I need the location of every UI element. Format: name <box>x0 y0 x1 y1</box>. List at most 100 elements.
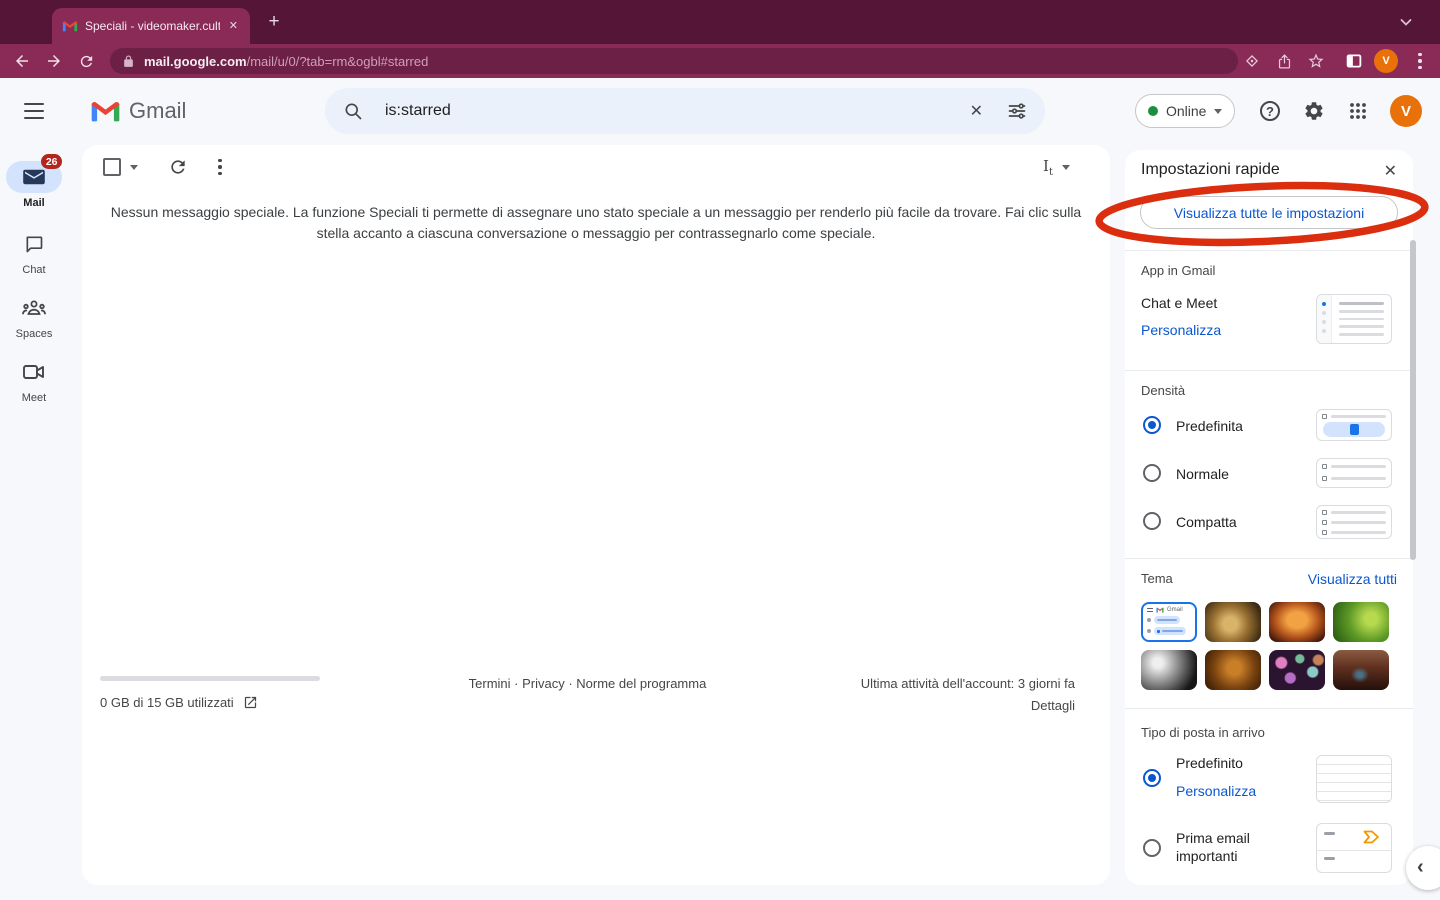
input-tools-toggle[interactable]: It <box>1043 157 1070 178</box>
sidebar-item-meet[interactable]: Meet <box>0 356 68 404</box>
theme-tile-river[interactable] <box>1333 650 1389 690</box>
apps-preview-rail <box>1317 295 1332 343</box>
gmail-m-icon <box>90 99 121 123</box>
inbox-option-label[interactable]: Prima email importanti <box>1176 829 1250 865</box>
customize-apps-link[interactable]: Personalizza <box>1141 322 1221 338</box>
browser-tab[interactable]: Speciali - videomaker.culture@ ✕ <box>52 8 250 44</box>
inbox-type-section-title: Tipo di posta in arrivo <box>1141 725 1265 740</box>
sidebar-item-label: Spaces <box>0 328 68 340</box>
account-activity: Ultima attività dell'account: 3 giorni f… <box>861 676 1075 713</box>
density-radio-default[interactable] <box>1143 416 1161 434</box>
theme-tile-spheres[interactable] <box>1141 650 1197 690</box>
meet-pill[interactable] <box>6 356 62 388</box>
tab-close-icon[interactable]: ✕ <box>227 19 240 34</box>
screen: Speciali - videomaker.culture@ ✕ + mail.… <box>0 0 1440 900</box>
view-all-settings-button[interactable]: Visualizza tutte le impostazioni <box>1140 196 1398 229</box>
theme-grid: Gmail <box>1141 602 1389 690</box>
url-bar[interactable]: mail.google.com/mail/u/0/?tab=rm&ogbl#st… <box>110 48 1238 74</box>
last-activity-label: Ultima attività dell'account: 3 giorni f… <box>861 676 1075 691</box>
mail-icon <box>23 168 45 186</box>
new-tab-button[interactable]: + <box>262 10 286 34</box>
search-options-icon[interactable] <box>1007 101 1027 121</box>
density-option-label[interactable]: Normale <box>1176 466 1229 482</box>
panel-scrollbar-thumb[interactable] <box>1410 240 1416 560</box>
lock-icon <box>122 55 135 68</box>
inbox-radio-important[interactable] <box>1143 839 1161 857</box>
open-in-new-icon[interactable] <box>243 695 258 710</box>
density-option-label[interactable]: Predefinita <box>1176 418 1243 434</box>
inbox-option-label[interactable]: Predefinito <box>1176 755 1243 771</box>
spaces-icon <box>22 298 46 318</box>
search-icon[interactable] <box>343 101 363 121</box>
theme-tile-default[interactable]: Gmail <box>1141 602 1197 642</box>
forward-icon[interactable] <box>42 49 66 73</box>
browser-tabstrip: Speciali - videomaker.culture@ ✕ + <box>0 0 1440 44</box>
close-icon[interactable]: ✕ <box>1380 159 1401 183</box>
importance-marker-icon <box>1363 830 1381 844</box>
density-option-label[interactable]: Compatta <box>1176 514 1237 530</box>
divider <box>1125 250 1413 251</box>
input-tools-icon: It <box>1043 157 1053 178</box>
density-normal-thumbnail <box>1316 458 1392 488</box>
details-link[interactable]: Dettagli <box>861 698 1075 713</box>
share-icon[interactable] <box>1274 51 1294 71</box>
storage-label-row: 0 GB di 15 GB utilizzati <box>100 695 258 710</box>
chat-meet-label: Chat e Meet <box>1141 295 1217 311</box>
tabstrip-chevron-icon[interactable] <box>1398 14 1414 30</box>
empty-state-message: Nessun messaggio speciale. La funzione S… <box>96 202 1096 244</box>
extension-icon[interactable] <box>1242 51 1262 71</box>
view-all-themes-link[interactable]: Visualizza tutti <box>1308 571 1397 587</box>
mail-list-card: It Nessun messaggio speciale. La funzion… <box>82 145 1110 885</box>
back-icon[interactable] <box>10 49 34 73</box>
mail-pill[interactable]: 26 <box>6 161 62 193</box>
collapse-panel-button[interactable]: ‹ <box>1406 846 1440 890</box>
storage-label: 0 GB di 15 GB utilizzati <box>100 695 234 710</box>
search-input[interactable]: is:starred ✕ <box>325 88 1045 134</box>
sidebar-item-chat[interactable]: Chat <box>0 228 68 276</box>
browser-menu-icon[interactable] <box>1408 49 1432 73</box>
bookmark-star-icon[interactable] <box>1306 51 1326 71</box>
reload-icon[interactable] <box>74 49 98 73</box>
status-dropdown[interactable]: Online <box>1135 94 1235 128</box>
more-options-icon[interactable] <box>218 159 222 176</box>
inbox-radio-default[interactable] <box>1143 769 1161 787</box>
browser-toolbar: mail.google.com/mail/u/0/?tab=rm&ogbl#st… <box>0 44 1440 78</box>
select-dropdown-icon[interactable] <box>130 165 138 170</box>
apps-grid-icon[interactable] <box>1346 99 1370 123</box>
browser-avatar[interactable]: V <box>1374 49 1398 73</box>
theme-tile-green[interactable] <box>1333 602 1389 642</box>
sidebar-item-spaces[interactable]: Spaces <box>0 292 68 340</box>
help-icon[interactable]: ? <box>1258 99 1282 123</box>
chevron-down-icon <box>1214 109 1222 114</box>
chevron-down-icon <box>1062 165 1070 170</box>
chat-icon <box>23 234 45 254</box>
apps-preview-lines <box>1332 295 1391 343</box>
select-all-checkbox[interactable] <box>103 158 121 176</box>
online-dot-icon <box>1148 106 1158 116</box>
density-radio-compact[interactable] <box>1143 512 1161 530</box>
chat-pill[interactable] <box>6 228 62 260</box>
density-radio-normal[interactable] <box>1143 464 1161 482</box>
refresh-icon[interactable] <box>168 157 188 177</box>
theme-tile-canyon[interactable] <box>1269 602 1325 642</box>
mini-gmail-label: Gmail <box>1167 607 1183 613</box>
density-section-title: Densità <box>1141 383 1185 398</box>
customize-inbox-link[interactable]: Personalizza <box>1176 783 1256 799</box>
clear-search-icon[interactable]: ✕ <box>966 101 987 121</box>
inbox-important-thumbnail <box>1316 823 1392 873</box>
quick-settings-panel: Impostazioni rapide ✕ Visualizza tutte l… <box>1125 150 1413 885</box>
theme-tile-bokeh[interactable] <box>1269 650 1325 690</box>
gmail-favicon-icon <box>62 20 78 32</box>
side-panel-icon[interactable] <box>1344 51 1364 71</box>
sidebar-item-label: Chat <box>0 264 68 276</box>
list-footer: 0 GB di 15 GB utilizzati Termini · Priva… <box>100 670 1075 730</box>
sidebar-item-mail[interactable]: 26 Mail <box>0 161 68 209</box>
gmail-logo: Gmail <box>90 98 186 124</box>
settings-gear-icon[interactable] <box>1302 99 1326 123</box>
theme-tile-chess[interactable] <box>1205 602 1261 642</box>
search-value[interactable]: is:starred <box>385 102 966 120</box>
account-avatar[interactable]: V <box>1390 95 1422 127</box>
spaces-pill[interactable] <box>6 292 62 324</box>
theme-tile-leaves[interactable] <box>1205 650 1261 690</box>
hamburger-menu-icon[interactable] <box>24 103 44 119</box>
